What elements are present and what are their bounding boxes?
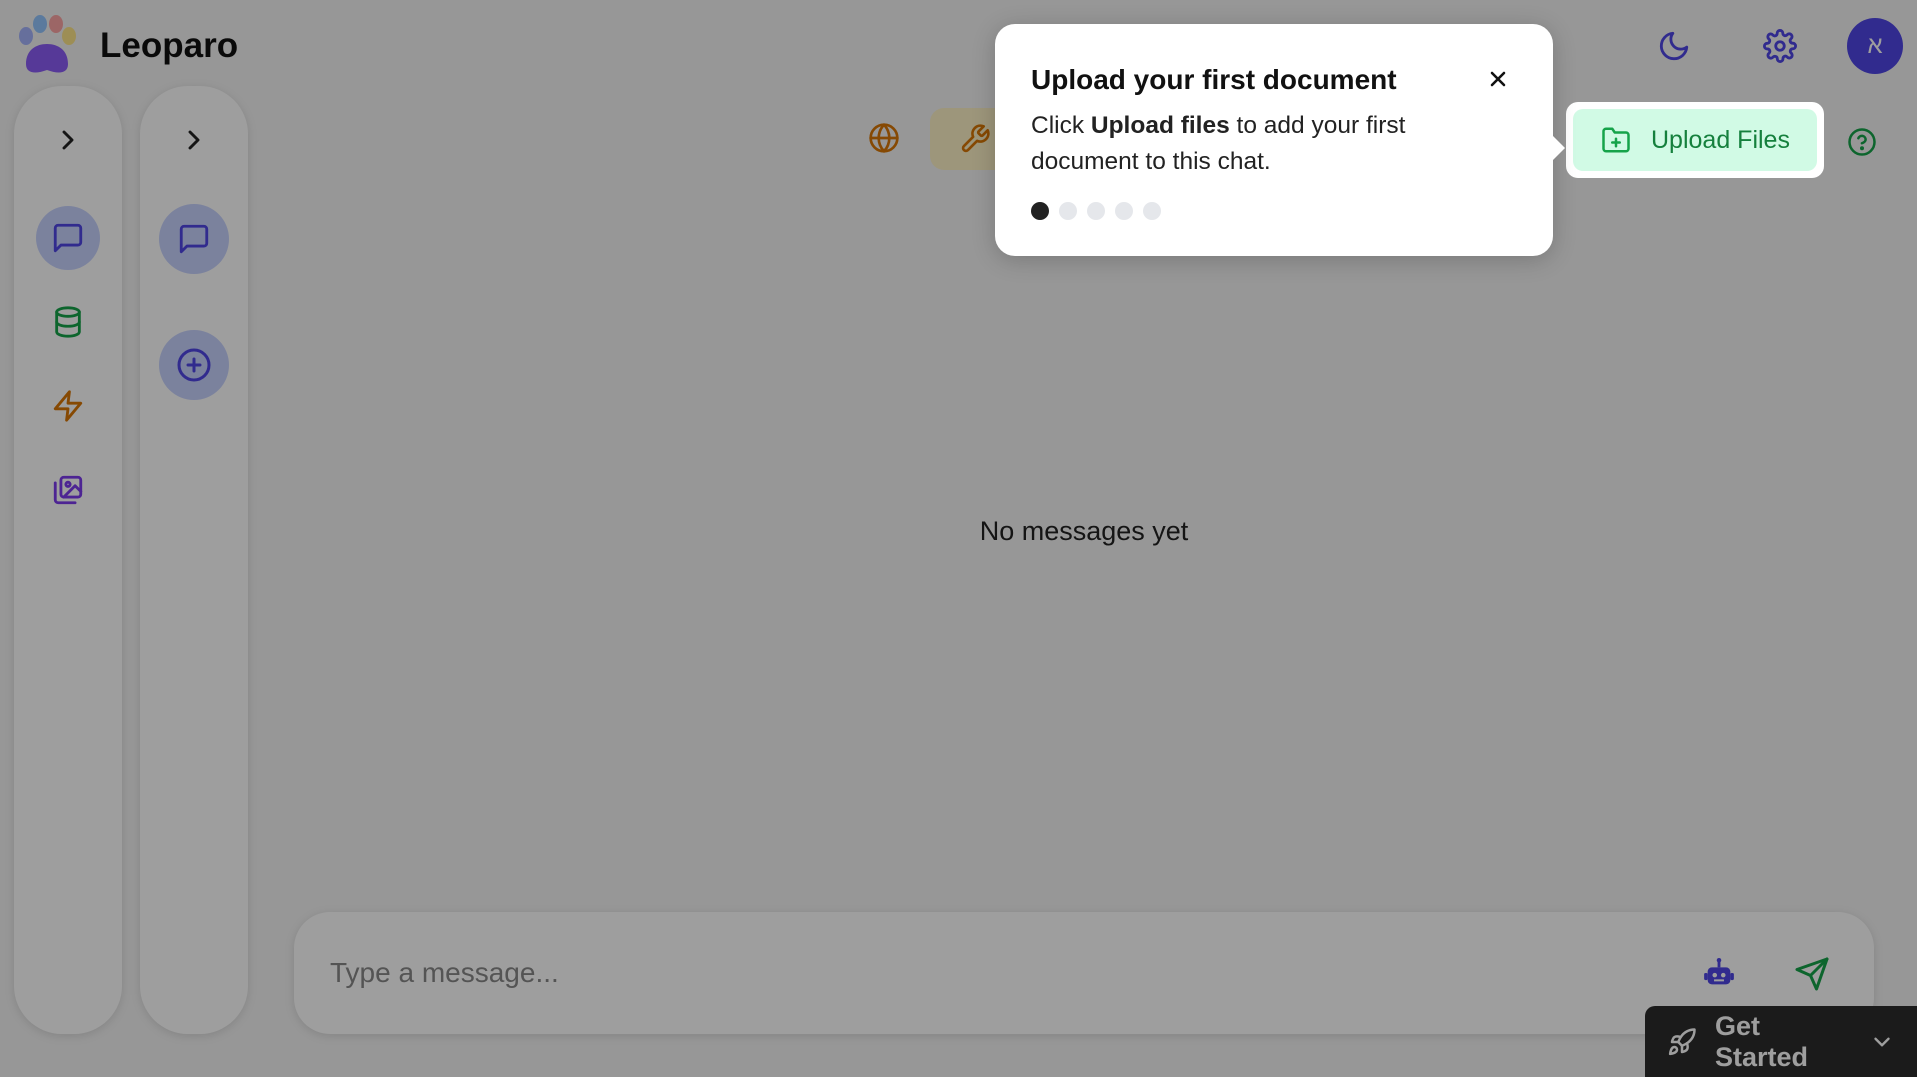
tour-step-dot[interactable] xyxy=(1059,202,1077,220)
popover-body-emphasis: Upload files xyxy=(1090,112,1230,139)
folder-plus-icon xyxy=(1601,125,1631,155)
tour-step-dot[interactable] xyxy=(1087,202,1105,220)
tour-step-dot[interactable] xyxy=(1143,202,1161,220)
tour-step-dot[interactable] xyxy=(1031,202,1049,220)
tour-step-dot[interactable] xyxy=(1115,202,1133,220)
onboarding-popover: Upload your first document Click Upload … xyxy=(995,24,1565,256)
popover-body: Click Upload files to add your first doc… xyxy=(1031,108,1501,180)
popover-arrow xyxy=(1553,136,1565,160)
tour-progress-dots xyxy=(1031,202,1161,220)
close-icon xyxy=(1486,67,1510,91)
upload-files-button[interactable]: Upload Files xyxy=(1573,109,1817,171)
popover-body-prefix: Click xyxy=(1031,112,1091,139)
upload-files-label: Upload Files xyxy=(1651,125,1790,154)
close-popover-button[interactable] xyxy=(1483,64,1513,94)
upload-highlight: Upload Files xyxy=(1566,102,1824,178)
app-root: Leoparo א No messages yet Type a message… xyxy=(0,0,1917,1077)
popover-title: Upload your first document xyxy=(1031,64,1397,95)
